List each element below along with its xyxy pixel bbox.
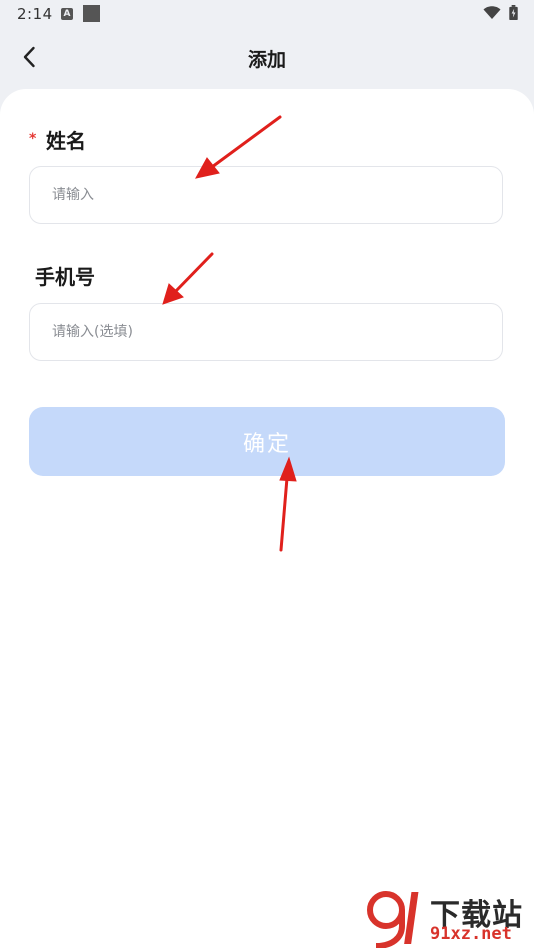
a-notification-icon: A — [61, 8, 73, 20]
name-label: 姓名 — [46, 129, 86, 153]
app-bar: 添加 — [0, 28, 534, 88]
watermark-text-bottom: 91xz.net — [430, 924, 512, 944]
battery-icon — [509, 5, 518, 20]
name-input[interactable] — [52, 167, 482, 223]
watermark-logo-icon — [367, 891, 419, 948]
phone-label: 手机号 — [35, 265, 95, 289]
watermark: 下载站 91xz.net — [364, 888, 532, 948]
wifi-icon — [483, 6, 501, 19]
square-notification-icon — [83, 5, 100, 22]
confirm-button[interactable]: 确定 — [29, 407, 505, 476]
page-title: 添加 — [247, 49, 286, 71]
status-bar: 2:14 A — [0, 0, 534, 28]
phone-input-box[interactable] — [29, 303, 503, 361]
required-mark: * — [29, 131, 37, 147]
form-card: * 姓名 手机号 确定 — [0, 89, 534, 950]
status-time: 2:14 — [17, 5, 53, 23]
name-input-box[interactable] — [29, 166, 503, 224]
phone-input[interactable] — [52, 304, 482, 360]
